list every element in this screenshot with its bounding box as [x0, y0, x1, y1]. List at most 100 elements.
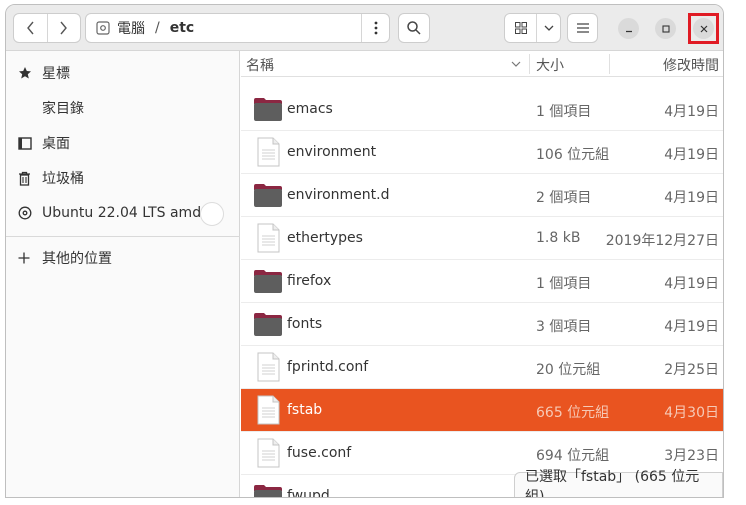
sidebar-item-label: 其他的位置: [42, 251, 112, 267]
file-modified: 2019年12月27日: [605, 233, 719, 249]
status-bar: 已選取「fstab」 (665 位元組): [514, 469, 723, 497]
sidebar-divider: [6, 236, 240, 237]
disc-icon: [6, 206, 42, 220]
file-manager-window: 電腦 / etc 星標 家目錄 桌面 垃圾桶 Ubuntu 22.04 LTS …: [5, 4, 724, 498]
desktop-icon: [6, 136, 42, 150]
text-file-icon: [253, 137, 283, 167]
file-size: 106 位元組: [536, 147, 610, 163]
sidebar-item-trash[interactable]: 垃圾桶: [6, 161, 240, 195]
more-vertical-icon: [374, 21, 377, 35]
file-size: 694 位元組: [536, 448, 610, 464]
column-divider: [529, 54, 530, 74]
file-modified: 4月30日: [664, 405, 719, 421]
folder-icon: [253, 94, 283, 124]
sidebar-item-home[interactable]: 家目錄: [6, 91, 240, 125]
close-button-highlight: [688, 13, 719, 44]
file-row[interactable]: environment 106 位元組 4月19日: [241, 131, 723, 174]
column-divider: [609, 54, 610, 74]
sidebar-item-other-locations[interactable]: 其他的位置: [6, 241, 240, 275]
maximize-icon: [661, 24, 670, 33]
file-modified: 2月25日: [664, 362, 719, 378]
sidebar-item-ubuntu-disc[interactable]: Ubuntu 22.04 LTS amd64: [6, 196, 240, 230]
drive-icon: [96, 21, 110, 35]
eject-button[interactable]: [200, 202, 224, 226]
breadcrumb-current[interactable]: etc: [170, 20, 195, 36]
file-size: 2 個項目: [536, 190, 592, 206]
file-name: fstab: [287, 402, 323, 418]
sidebar-item-label: 垃圾桶: [42, 171, 84, 187]
text-file-icon: [253, 395, 283, 425]
plus-icon: [6, 252, 42, 264]
column-name[interactable]: 名稱: [246, 55, 274, 75]
minimize-button[interactable]: [618, 18, 639, 39]
grid-view-button[interactable]: [505, 14, 536, 42]
text-file-icon: [253, 223, 283, 253]
file-row[interactable]: fonts 3 個項目 4月19日: [241, 303, 723, 346]
file-row[interactable]: environment.d 2 個項目 4月19日: [241, 174, 723, 217]
column-modified[interactable]: 修改時間: [663, 55, 719, 75]
forward-button[interactable]: [46, 14, 81, 42]
file-list: 名稱 大小 修改時間 emacs 1 個項目 4月19日 environment 106…: [241, 51, 723, 498]
file-row[interactable]: firefox 1 個項目 4月19日: [241, 260, 723, 303]
trash-icon: [6, 171, 42, 186]
file-modified: 4月19日: [664, 276, 719, 292]
file-row[interactable]: fprintd.conf 20 位元組 2月25日: [241, 346, 723, 389]
file-name: environment: [287, 144, 377, 160]
folder-icon: [253, 266, 283, 296]
path-bar[interactable]: 電腦 / etc: [85, 13, 390, 43]
folder-icon: [253, 180, 283, 210]
sidebar-item-label: 家目錄: [42, 101, 84, 117]
file-modified: 4月19日: [664, 147, 719, 163]
file-size: 665 位元組: [536, 405, 610, 421]
view-dropdown-button[interactable]: [536, 14, 560, 42]
text-file-icon: [253, 352, 283, 382]
file-name: fuse.conf: [287, 445, 352, 461]
file-name: fwupd: [287, 488, 330, 498]
column-size[interactable]: 大小: [536, 55, 564, 75]
file-modified: 4月19日: [664, 104, 719, 120]
file-name: emacs: [287, 101, 333, 117]
file-name: environment.d: [287, 187, 390, 203]
sidebar: 星標 家目錄 桌面 垃圾桶 Ubuntu 22.04 LTS amd64 其他的…: [6, 51, 240, 497]
chevron-left-icon: [27, 21, 34, 35]
breadcrumb-separator: /: [155, 20, 160, 36]
sidebar-item-starred[interactable]: 星標: [6, 56, 240, 90]
file-row[interactable]: fstab 665 位元組 4月30日: [241, 389, 723, 432]
file-row[interactable]: ethertypes 1.8 kB 2019年12月27日: [241, 217, 723, 260]
sidebar-item-label: Ubuntu 22.04 LTS amd64: [42, 205, 219, 221]
search-icon: [407, 21, 421, 35]
status-text: 已選取「fstab」 (665 位元組): [525, 469, 700, 498]
file-size: 20 位元組: [536, 362, 601, 378]
sidebar-item-label: 桌面: [42, 136, 70, 152]
file-row[interactable]: emacs 1 個項目 4月19日: [241, 88, 723, 131]
folder-icon: [253, 481, 283, 497]
header-bar: 電腦 / etc: [6, 5, 723, 51]
close-button[interactable]: [693, 18, 714, 39]
search-button[interactable]: [398, 13, 430, 43]
chevron-down-icon: [544, 25, 553, 31]
sort-descending-icon: [511, 61, 521, 67]
view-options: [504, 13, 561, 43]
file-size: 3 個項目: [536, 319, 592, 335]
file-size: 1 個項目: [536, 104, 592, 120]
maximize-button[interactable]: [655, 18, 676, 39]
navigation-buttons: [13, 13, 81, 43]
sidebar-item-label: 星標: [42, 66, 70, 82]
breadcrumb-computer[interactable]: 電腦: [117, 18, 145, 38]
main-menu-button[interactable]: [567, 13, 598, 43]
file-modified: 3月23日: [664, 448, 719, 464]
back-button[interactable]: [14, 14, 47, 42]
file-modified: 4月19日: [664, 190, 719, 206]
file-name: ethertypes: [287, 230, 363, 246]
file-name: firefox: [287, 273, 332, 289]
star-icon: [6, 66, 42, 80]
file-name: fonts: [287, 316, 323, 332]
close-icon: [700, 25, 707, 32]
column-header: 名稱 大小 修改時間: [241, 51, 723, 77]
sidebar-item-desktop[interactable]: 桌面: [6, 126, 240, 160]
hamburger-menu-icon: [576, 23, 589, 33]
grid-icon: [514, 22, 527, 34]
text-file-icon: [253, 438, 283, 468]
folder-icon: [253, 309, 283, 339]
path-menu-button[interactable]: [361, 14, 389, 42]
